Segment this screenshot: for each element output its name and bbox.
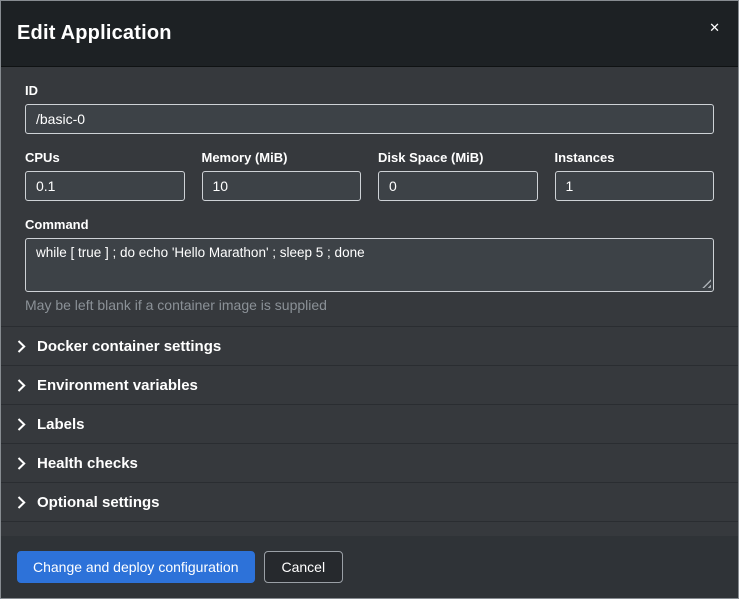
chevron-right-icon	[17, 340, 26, 353]
close-icon: ✕	[709, 20, 720, 35]
section-health-checks[interactable]: Health checks	[1, 444, 738, 483]
collapsible-sections: Docker container settings Environment va…	[1, 326, 738, 522]
section-environment-variables[interactable]: Environment variables	[1, 366, 738, 405]
chevron-right-icon	[17, 457, 26, 470]
application-form: ID CPUs Memory (MiB) Disk Space (MiB) In	[1, 67, 738, 313]
command-textarea-wrap: while [ true ] ; do echo 'Hello Marathon…	[25, 238, 714, 292]
id-input[interactable]	[25, 104, 714, 134]
cpus-field-group: CPUs	[25, 150, 185, 201]
section-labels[interactable]: Labels	[1, 405, 738, 444]
disk-field-group: Disk Space (MiB)	[378, 150, 538, 201]
modal-body: ID CPUs Memory (MiB) Disk Space (MiB) In	[1, 67, 738, 536]
disk-label: Disk Space (MiB)	[378, 150, 538, 165]
close-button[interactable]: ✕	[705, 17, 724, 38]
section-optional-settings[interactable]: Optional settings	[1, 483, 738, 522]
command-field-group: Command while [ true ] ; do echo 'Hello …	[25, 217, 714, 313]
instances-label: Instances	[555, 150, 715, 165]
id-field-group: ID	[25, 83, 714, 134]
section-label: Environment variables	[37, 377, 198, 394]
chevron-right-icon	[17, 496, 26, 509]
section-label: Health checks	[37, 455, 138, 472]
modal-title: Edit Application	[17, 22, 172, 45]
edit-application-modal: Edit Application ✕ ID CPUs Memory (MiB)	[0, 0, 739, 599]
change-and-deploy-button[interactable]: Change and deploy configuration	[17, 551, 255, 583]
command-help-text: May be left blank if a container image i…	[25, 297, 714, 313]
disk-input[interactable]	[378, 171, 538, 201]
memory-field-group: Memory (MiB)	[202, 150, 362, 201]
section-docker-container-settings[interactable]: Docker container settings	[1, 327, 738, 366]
instances-input[interactable]	[555, 171, 715, 201]
cancel-button[interactable]: Cancel	[264, 551, 344, 583]
section-label: Labels	[37, 416, 85, 433]
chevron-right-icon	[17, 379, 26, 392]
resource-fields-row: CPUs Memory (MiB) Disk Space (MiB) Insta…	[25, 150, 714, 201]
instances-field-group: Instances	[555, 150, 715, 201]
section-label: Docker container settings	[37, 338, 221, 355]
memory-label: Memory (MiB)	[202, 150, 362, 165]
command-input[interactable]: while [ true ] ; do echo 'Hello Marathon…	[25, 238, 714, 292]
chevron-right-icon	[17, 418, 26, 431]
cpus-label: CPUs	[25, 150, 185, 165]
modal-footer: Change and deploy configuration Cancel	[1, 536, 738, 598]
cpus-input[interactable]	[25, 171, 185, 201]
memory-input[interactable]	[202, 171, 362, 201]
section-label: Optional settings	[37, 494, 160, 511]
command-label: Command	[25, 217, 714, 232]
id-label: ID	[25, 83, 714, 98]
modal-header: Edit Application ✕	[1, 1, 738, 67]
